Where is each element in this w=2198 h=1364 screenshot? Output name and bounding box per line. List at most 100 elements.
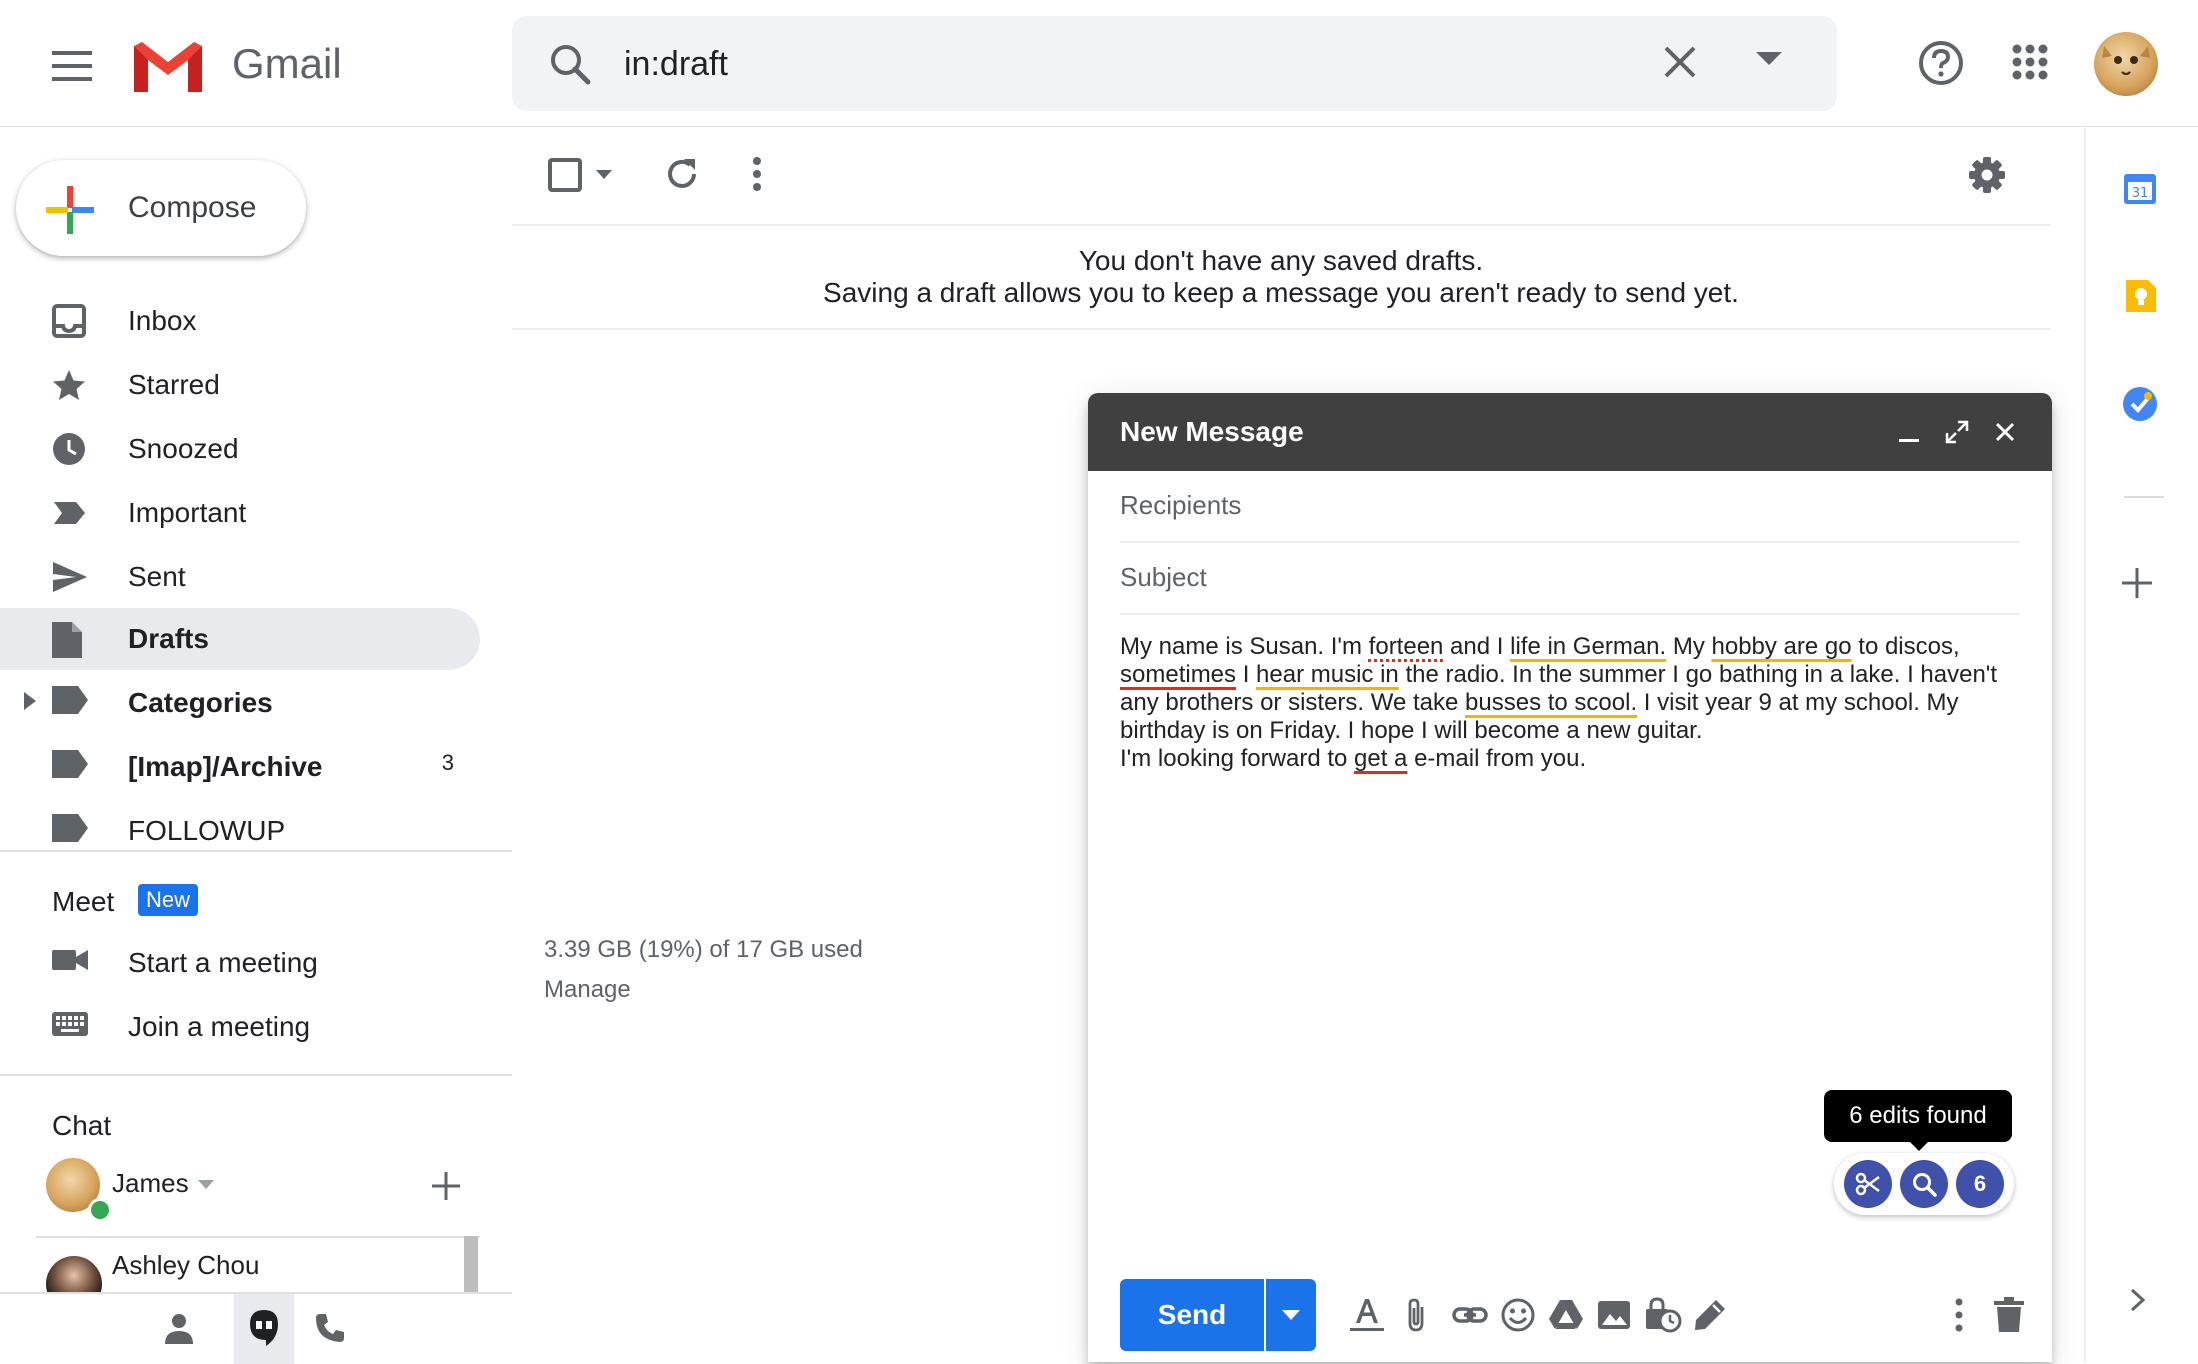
minimize-icon[interactable] — [1896, 419, 1922, 445]
grammar-suggestion[interactable]: life in German. — [1510, 633, 1666, 660]
emoji-icon[interactable] — [1500, 1297, 1536, 1333]
send-options-caret-icon[interactable] — [1266, 1279, 1316, 1351]
content-divider — [512, 328, 2050, 330]
refresh-icon[interactable] — [664, 156, 700, 192]
keyboard-icon — [52, 1010, 88, 1038]
chat-section-title: Chat — [52, 1110, 112, 1141]
mail-toolbar — [512, 126, 2050, 226]
sidebar-item-drafts[interactable]: Drafts — [0, 608, 480, 670]
gmail-logo-icon[interactable] — [130, 38, 206, 94]
search-icon[interactable] — [548, 42, 592, 86]
signature-pen-icon[interactable] — [1692, 1297, 1728, 1333]
sidebar-item-label: [Imap]/Archive — [128, 751, 323, 782]
body-text: any brothers or sisters. We take — [1120, 689, 1466, 716]
spelling-error[interactable]: forteen — [1369, 633, 1444, 660]
grammar-suggestion[interactable]: busses to scool. — [1465, 689, 1637, 716]
compose-label: Compose — [128, 191, 257, 224]
sidebar-divider — [0, 850, 512, 852]
tasks-icon[interactable] — [2122, 386, 2158, 422]
drive-icon[interactable] — [1548, 1297, 1584, 1333]
compose-window: New Message Recipients Subject My name i… — [1088, 393, 2052, 1362]
account-avatar[interactable] — [2094, 32, 2158, 96]
grammar-suggestion[interactable]: hobby are go — [1712, 633, 1852, 660]
attach-icon[interactable] — [1404, 1297, 1428, 1333]
clock-icon — [52, 432, 86, 466]
plus-icon — [46, 186, 94, 234]
search-icon[interactable] — [1900, 1160, 1948, 1208]
online-status-dot — [88, 1198, 112, 1222]
sidebar-item-inbox[interactable]: Inbox — [0, 290, 480, 352]
body-text: to discos, — [1851, 633, 1960, 660]
sidebar-item-followup[interactable]: FOLLOWUP — [0, 800, 480, 862]
compose-button[interactable]: Compose — [16, 160, 306, 256]
sidebar-item-categories[interactable]: Categories — [0, 672, 480, 734]
edits-count-badge[interactable]: 6 — [1956, 1160, 2004, 1208]
text-format-icon[interactable] — [1350, 1297, 1384, 1333]
chevron-right-icon[interactable] — [2130, 1288, 2146, 1312]
insert-photo-icon[interactable] — [1596, 1297, 1632, 1333]
link-icon[interactable] — [1452, 1297, 1488, 1333]
subject-field[interactable]: Subject — [1120, 543, 2020, 615]
sidebar-item-label: Inbox — [128, 305, 197, 336]
close-icon[interactable] — [1992, 419, 2018, 445]
apps-grid-icon[interactable] — [2012, 44, 2048, 80]
chat-user-name[interactable]: James — [112, 1166, 189, 1200]
edits-tooltip: 6 edits found — [1824, 1090, 2012, 1142]
body-text: My — [1666, 633, 1712, 660]
sidebar-item-label: FOLLOWUP — [128, 815, 286, 846]
search-bar[interactable] — [512, 16, 1837, 111]
svg-text:31: 31 — [2132, 186, 2149, 201]
select-all-checkbox[interactable] — [548, 158, 582, 192]
send-button[interactable]: Send — [1120, 1279, 1264, 1351]
sidebar-item-important[interactable]: Important — [0, 482, 480, 544]
grammar-error[interactable]: sometimes — [1120, 661, 1236, 688]
search-input[interactable] — [624, 34, 1524, 94]
grammar-checker-widget: 6 — [1834, 1153, 2014, 1215]
sidebar-item-snoozed[interactable]: Snoozed — [0, 418, 480, 480]
manage-storage-link[interactable]: Manage — [544, 974, 631, 1006]
side-panel: 31 — [2084, 126, 2198, 1362]
confidential-mode-icon[interactable] — [1644, 1297, 1682, 1333]
keep-icon[interactable] — [2122, 278, 2158, 314]
meet-section-title: Meet — [52, 886, 115, 917]
empty-drafts-hint: Saving a draft allows you to keep a mess… — [823, 277, 1739, 308]
phone-icon[interactable] — [314, 1312, 346, 1344]
message-body[interactable]: My name is Susan. I'm forteen and I life… — [1120, 633, 2020, 773]
trash-icon[interactable] — [1994, 1297, 2024, 1333]
compose-header[interactable]: New Message — [1088, 393, 2052, 471]
search-options-caret-icon[interactable] — [1756, 52, 1782, 66]
add-addon-icon[interactable] — [2122, 568, 2152, 598]
chat-footer-bar — [0, 1292, 512, 1364]
close-icon[interactable] — [1660, 42, 1700, 82]
start-meeting-item[interactable]: Start a meeting — [0, 932, 480, 994]
sidebar-item-imap-archive[interactable]: [Imap]/Archive 3 — [0, 736, 480, 798]
more-options-icon[interactable] — [1954, 1297, 1964, 1333]
scissors-icon[interactable] — [1844, 1160, 1892, 1208]
grammar-suggestion[interactable]: hear music in — [1256, 661, 1399, 688]
side-panel-divider — [2124, 496, 2164, 498]
grammar-error[interactable]: get a — [1354, 745, 1407, 772]
more-vertical-icon[interactable] — [752, 156, 762, 192]
app-name: Gmail — [232, 40, 342, 87]
sidebar-item-starred[interactable]: Starred — [0, 354, 480, 416]
body-text: I — [1236, 661, 1257, 688]
hangouts-icon[interactable] — [234, 1294, 294, 1364]
body-text: birthday is on Friday. I hope I will bec… — [1120, 717, 1703, 744]
label-icon — [52, 686, 88, 714]
gear-icon[interactable] — [1968, 156, 2006, 194]
select-options-caret-icon[interactable] — [596, 170, 612, 179]
join-meeting-item[interactable]: Join a meeting — [0, 996, 480, 1058]
sidebar-item-sent[interactable]: Sent — [0, 546, 480, 608]
draft-file-icon — [52, 622, 82, 658]
storage-usage: 3.39 GB (19%) of 17 GB used — [544, 936, 863, 963]
body-text: I visit year 9 at my school. My — [1637, 689, 1959, 716]
calendar-icon[interactable]: 31 — [2122, 170, 2158, 206]
add-chat-icon[interactable] — [432, 1172, 460, 1200]
tooltip-arrow — [1910, 1142, 1928, 1151]
expand-icon[interactable] — [1944, 419, 1970, 445]
person-icon[interactable] — [164, 1312, 194, 1344]
help-icon[interactable] — [1918, 40, 1964, 86]
recipients-field[interactable]: Recipients — [1120, 471, 2020, 543]
chevron-down-icon[interactable] — [198, 1180, 214, 1189]
main-menu-icon[interactable] — [42, 36, 102, 96]
